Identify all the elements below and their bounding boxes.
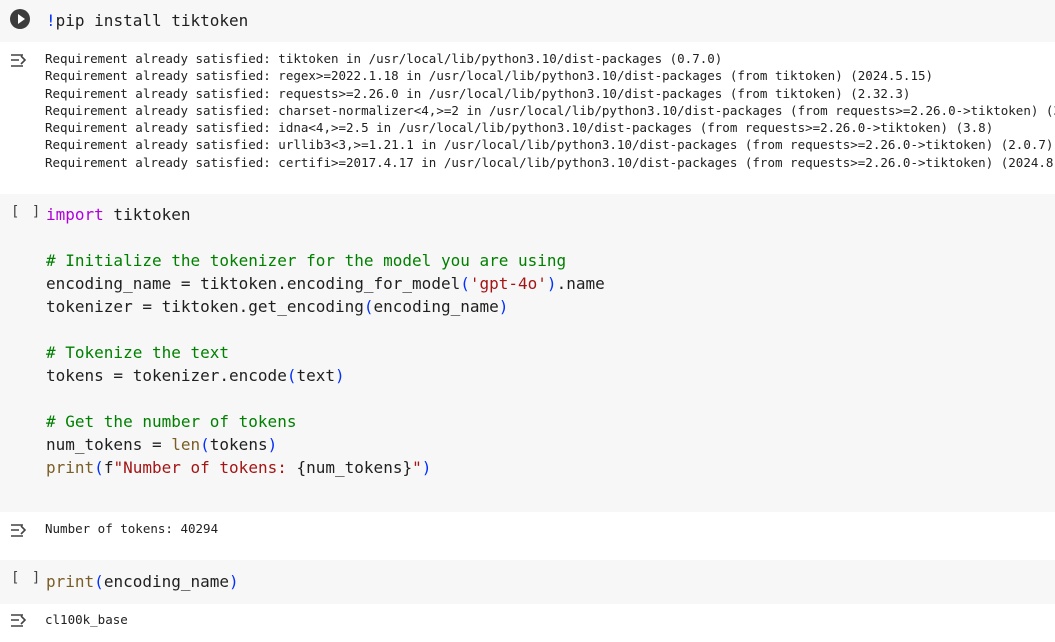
output-line: Requirement already satisfied: certifi>=… bbox=[45, 154, 1055, 170]
encoding-name-output: cl100k_base bbox=[45, 612, 128, 627]
token-count-output: Number of tokens: 40294 bbox=[45, 521, 219, 536]
output-line: Requirement already satisfied: urllib3<3… bbox=[45, 137, 1054, 153]
play-circle-icon[interactable] bbox=[10, 9, 30, 29]
code-text: text bbox=[296, 366, 335, 385]
code-text: tokenizer = tiktoken.get_encoding bbox=[46, 297, 364, 316]
function: print bbox=[46, 458, 95, 477]
string: " bbox=[412, 458, 422, 477]
function: print bbox=[46, 572, 95, 591]
cell-3-code[interactable]: print(encoding_name) bbox=[46, 570, 239, 593]
code-text: encoding_name bbox=[373, 297, 499, 316]
paren: ) bbox=[421, 458, 432, 477]
cell-1-code-text: pip install tiktoken bbox=[55, 11, 249, 30]
bang: ! bbox=[46, 11, 56, 30]
paren: ( bbox=[200, 435, 210, 454]
paren: ) bbox=[546, 274, 557, 293]
code-text: tokens bbox=[209, 435, 268, 454]
output-toggle-icon[interactable] bbox=[10, 52, 32, 70]
code-text: encoding_name bbox=[103, 572, 230, 591]
output-line: Requirement already satisfied: regex>=20… bbox=[45, 68, 934, 84]
code-text: tokens = tokenizer.encode bbox=[46, 366, 287, 385]
string: "Number of tokens: bbox=[113, 458, 297, 477]
paren: ( bbox=[94, 572, 104, 591]
output-line: Requirement already satisfied: idna<4,>=… bbox=[45, 120, 994, 136]
code-cell-3[interactable]: [ ] print(encoding_name) bbox=[0, 560, 1055, 604]
paren: ( bbox=[460, 274, 470, 293]
cell-3-exec-label[interactable]: [ ] bbox=[11, 570, 42, 586]
cell-2-output: Number of tokens: 40294 bbox=[0, 512, 1055, 560]
code-text: num_tokens bbox=[306, 458, 403, 477]
comment: # Get the number of tokens bbox=[46, 412, 297, 431]
comment: # Tokenize the text bbox=[46, 343, 230, 362]
keyword: import bbox=[46, 205, 104, 224]
cell-1-code[interactable]: !pip install tiktoken bbox=[46, 9, 248, 32]
fstring-prefix: f bbox=[103, 458, 114, 477]
output-toggle-icon[interactable] bbox=[10, 612, 32, 630]
string: 'gpt-4o' bbox=[469, 274, 547, 293]
output-line: Requirement already satisfied: charset-n… bbox=[45, 102, 1055, 118]
function: len bbox=[171, 435, 201, 454]
paren: ( bbox=[363, 297, 374, 316]
output-toggle-icon[interactable] bbox=[10, 522, 32, 540]
paren: ) bbox=[498, 297, 509, 316]
paren: ) bbox=[335, 366, 345, 385]
cell-3-output: cl100k_base bbox=[0, 604, 1055, 642]
comment: # Initialize the tokenizer for the model… bbox=[46, 251, 567, 270]
brace: { bbox=[296, 458, 307, 477]
module: tiktoken bbox=[103, 205, 191, 224]
paren: ) bbox=[229, 572, 239, 591]
cell-1-output: Requirement already satisfied: tiktoken … bbox=[0, 42, 1055, 194]
code-text: num_tokens = bbox=[46, 435, 172, 454]
paren: ( bbox=[94, 458, 104, 477]
code-cell-1[interactable]: !pip install tiktoken bbox=[0, 0, 1055, 42]
cell-2-code[interactable]: import tiktoken # Initialize the tokeniz… bbox=[46, 203, 605, 479]
brace: } bbox=[402, 458, 413, 477]
code-text: .name bbox=[556, 274, 605, 293]
code-text: encoding_name = tiktoken.encoding_for_mo… bbox=[46, 274, 461, 293]
output-line: Requirement already satisfied: requests>… bbox=[45, 85, 911, 101]
code-cell-2[interactable]: [ ] import tiktoken # Initialize the tok… bbox=[0, 194, 1055, 512]
paren: ) bbox=[267, 435, 278, 454]
output-line: Requirement already satisfied: tiktoken … bbox=[45, 51, 723, 66]
pip-output-text: Requirement already satisfied: tiktoken … bbox=[45, 50, 1055, 171]
cell-2-exec-label[interactable]: [ ] bbox=[11, 204, 42, 220]
